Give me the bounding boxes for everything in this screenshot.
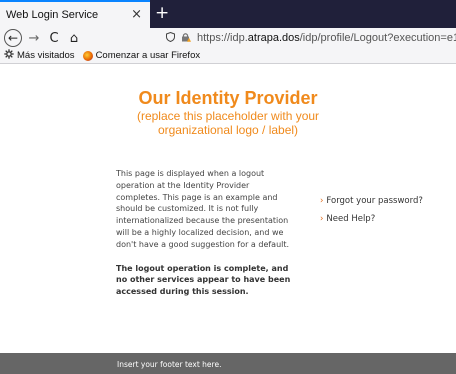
bookmark-most-visited[interactable]: Más visitados (4, 49, 75, 62)
url-text[interactable]: https://idp.atrapa.dos/idp/profile/Logou… (197, 32, 456, 44)
forgot-password-link[interactable]: › Forgot your password? (320, 196, 456, 207)
url-path: /idp/profile/Logout?execution=e1s1 (299, 32, 456, 44)
tab-title: Web Login Service (6, 9, 99, 21)
shield-icon[interactable] (166, 31, 175, 45)
chevron-right-icon: › (320, 214, 324, 224)
navigation-bar: ← → C ⌂ https://idp.atrapa.dos/idp/profi… (0, 28, 456, 48)
logout-status: The logout operation is complete, and no… (116, 263, 291, 297)
footer-text: Insert your footer text here. (117, 360, 222, 369)
page-footer: Insert your footer text here. (0, 353, 456, 374)
back-arrow-icon[interactable]: ← (4, 29, 22, 47)
bookmarks-bar: Más visitados Comenzar a usar Firefox (0, 48, 456, 64)
page-title: Our Identity Provider (138, 88, 318, 108)
forward-arrow-icon[interactable]: → (26, 29, 42, 47)
tab-strip: Web Login Service × + (0, 0, 456, 28)
reload-icon[interactable]: C (46, 29, 62, 47)
firefox-icon (82, 50, 93, 61)
bookmark-label: Comenzar a usar Firefox (95, 50, 201, 61)
page-subtitle: (replace this placeholder with your orga… (136, 109, 320, 137)
link-label: Need Help? (326, 214, 376, 224)
gear-icon (4, 49, 14, 62)
need-help-link[interactable]: › Need Help? (320, 214, 456, 225)
close-icon[interactable]: × (131, 6, 142, 24)
chevron-right-icon: › (320, 196, 324, 206)
help-links: › Forgot your password? › Need Help? (320, 196, 456, 232)
home-icon[interactable]: ⌂ (66, 29, 82, 47)
lock-warning-icon[interactable] (181, 32, 191, 45)
url-domain: atrapa.dos (247, 32, 300, 44)
bookmark-get-started-firefox[interactable]: Comenzar a usar Firefox (82, 50, 201, 61)
info-paragraph: This page is displayed when a logout ope… (116, 169, 290, 249)
url-bar[interactable]: https://idp.atrapa.dos/idp/profile/Logou… (166, 30, 456, 46)
bookmark-label: Más visitados (17, 50, 75, 61)
tab-web-login-service[interactable]: Web Login Service × (0, 0, 150, 28)
new-tab-icon[interactable]: + (155, 3, 169, 23)
logout-message: This page is displayed when a logout ope… (116, 168, 294, 310)
url-scheme: https://idp. (197, 32, 248, 44)
link-label: Forgot your password? (326, 196, 423, 206)
